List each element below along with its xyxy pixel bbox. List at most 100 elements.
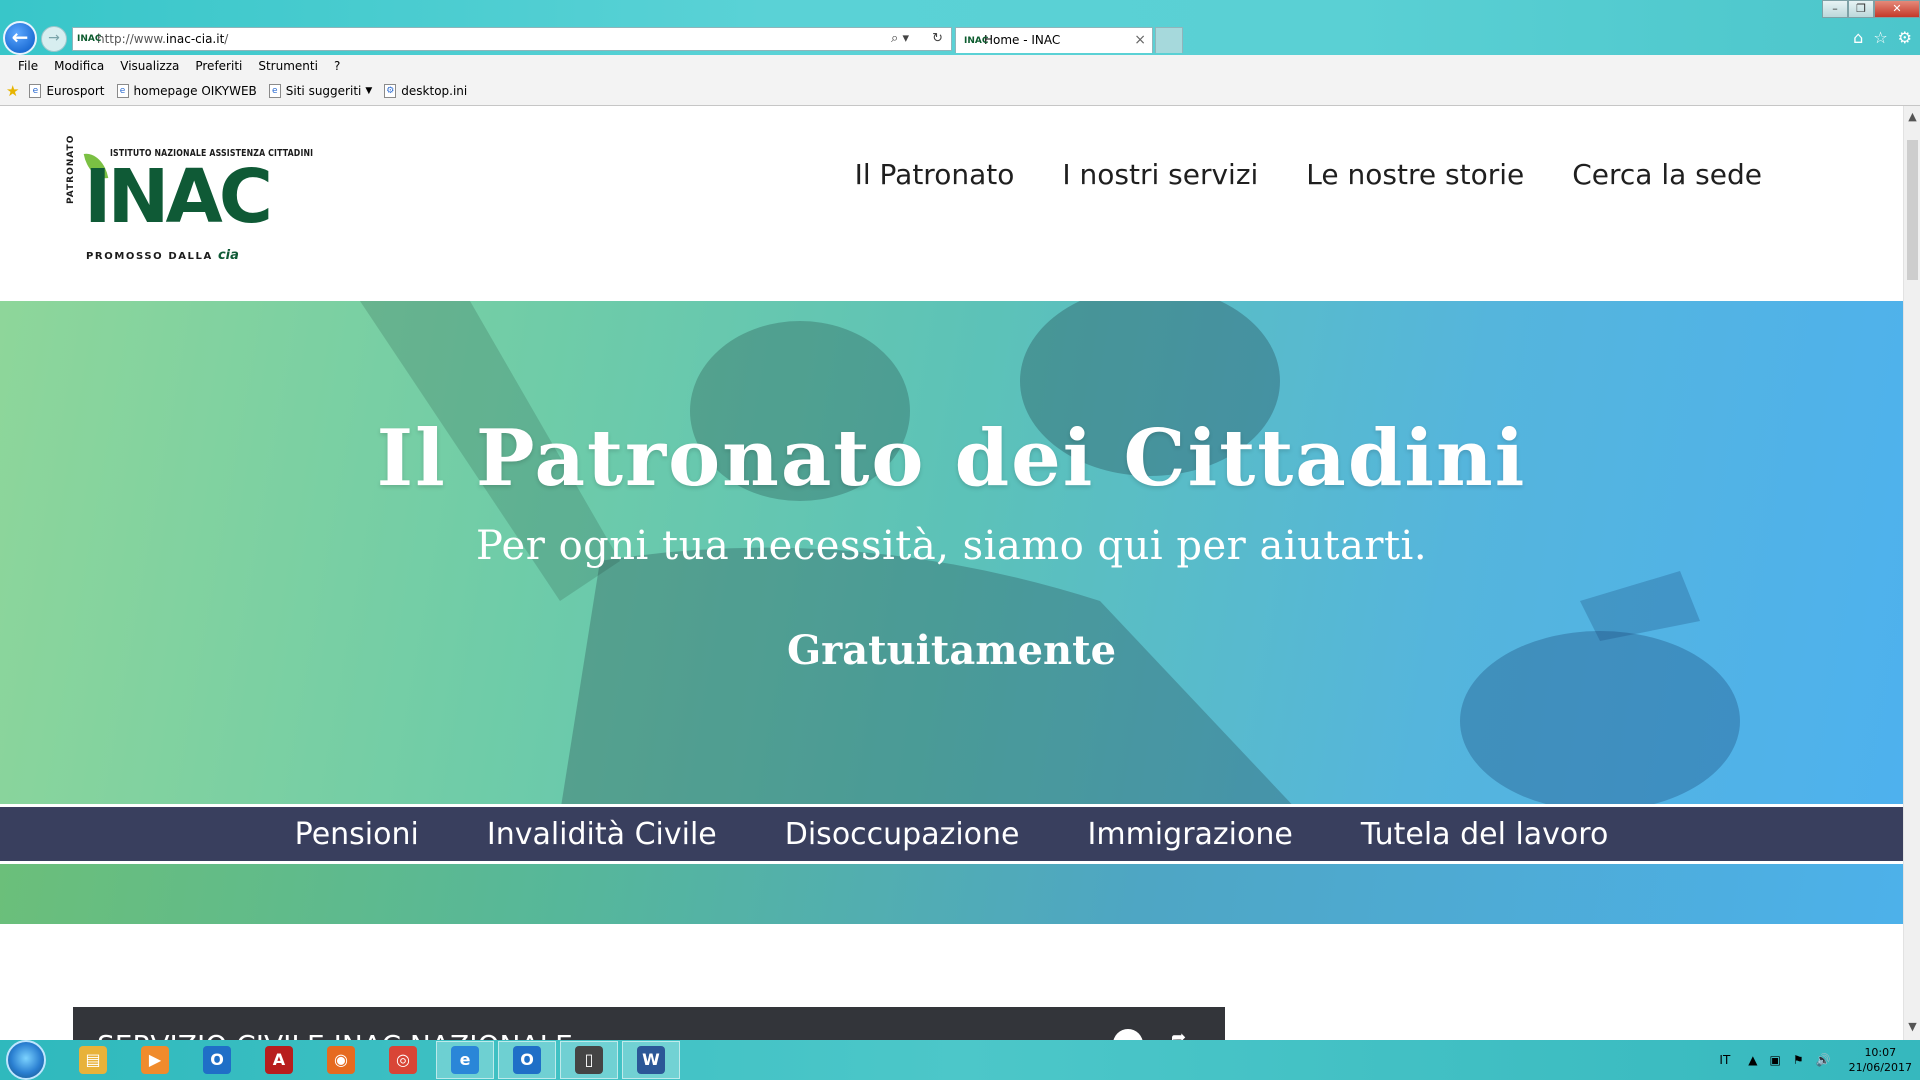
taskbar-app-media-player[interactable]: ▶ [126, 1041, 184, 1079]
logo-main-text: INAC [84, 154, 273, 240]
refresh-icon[interactable]: ↻ [932, 28, 943, 50]
taskbar-app-chrome[interactable]: ◎ [374, 1041, 432, 1079]
menu-item-modifica[interactable]: Modifica [46, 55, 112, 77]
page-icon: e [29, 84, 42, 98]
minimize-button[interactable]: – [1822, 0, 1848, 18]
logo-bottom-text: PROMOSSO DALLA cia [86, 248, 239, 263]
address-url[interactable]: http://www.inac-cia.it/ [97, 32, 228, 46]
info-icon[interactable] [1113, 1029, 1143, 1040]
video-embed[interactable]: SERVIZIO CIVILE INAC NAZIONALE ➦ [73, 1007, 1225, 1040]
scroll-thumb[interactable] [1907, 140, 1918, 280]
services-nav: Pensioni Invalidità Civile Disoccupazion… [0, 804, 1903, 864]
system-tray: IT ▲ ▣ ⚑ 🔊 10:07 21/06/2017 [1719, 1040, 1912, 1080]
tab-favicon-icon: INAC [964, 36, 989, 46]
taskbar-app-internet-explorer[interactable]: e [436, 1041, 494, 1079]
service-invalidita-civile[interactable]: Invalidità Civile [453, 817, 751, 852]
tab-close-icon[interactable]: × [1134, 28, 1146, 52]
site-favicon-icon: INAC [77, 34, 102, 44]
favorites-star-icon[interactable]: ☆ [1873, 28, 1887, 47]
taskbar-app-acrobat[interactable]: A [250, 1041, 308, 1079]
hero-subtitle: Per ogni tua necessità, siamo qui per ai… [475, 523, 1428, 569]
outlook-2-icon: O [513, 1046, 541, 1074]
outlook-icon: O [203, 1046, 231, 1074]
back-button[interactable]: ← [3, 21, 37, 55]
hero-cta-text: Gratuitamente [786, 627, 1117, 674]
browser-title-bar: ← → INAC http://www.inac-cia.it/ ⌕ ▾ ↻ I… [0, 0, 1920, 55]
chevron-down-icon: ▼ [365, 86, 373, 96]
menu-bar: File Modifica Visualizza Preferiti Strum… [0, 55, 1920, 77]
nav-cerca-la-sede[interactable]: Cerca la sede [1548, 158, 1786, 191]
add-favorite-star-icon[interactable]: ★ [6, 82, 19, 100]
taskbar-app-phone-app[interactable]: ▯ [560, 1041, 618, 1079]
acrobat-icon: A [265, 1046, 293, 1074]
hero-lower-strip [0, 864, 1903, 924]
service-pensioni[interactable]: Pensioni [261, 817, 453, 852]
network-icon[interactable]: ▣ [1770, 1053, 1781, 1067]
gear-icon[interactable]: ⚙ [1898, 28, 1912, 47]
video-title: SERVIZIO CIVILE INAC NAZIONALE [97, 1029, 573, 1040]
nav-i-nostri-servizi[interactable]: I nostri servizi [1038, 158, 1282, 191]
taskbar-app-outlook-2[interactable]: O [498, 1041, 556, 1079]
arrow-right-icon: → [48, 30, 60, 46]
page-icon: e [268, 84, 281, 98]
hero-title: Il Patronato dei Cittadini [376, 413, 1527, 504]
scroll-down-icon[interactable]: ▼ [1904, 1020, 1920, 1036]
tab-home-inac[interactable]: INAC Home - INAC × [955, 27, 1153, 53]
share-icon[interactable]: ➦ [1171, 1027, 1186, 1040]
favorite-siti-suggeriti[interactable]: e Siti suggeriti ▼ [268, 84, 373, 98]
clock-time: 10:07 [1864, 1046, 1897, 1059]
page-icon: e [116, 84, 129, 98]
menu-item-help[interactable]: ? [326, 55, 348, 77]
home-icon[interactable]: ⌂ [1853, 28, 1863, 47]
scroll-up-icon[interactable]: ▲ [1904, 110, 1920, 126]
menu-item-visualizza[interactable]: Visualizza [112, 55, 187, 77]
internet-explorer-icon: e [451, 1046, 479, 1074]
show-hidden-icons-icon[interactable]: ▲ [1748, 1053, 1757, 1067]
restore-button[interactable]: ❐ [1848, 0, 1874, 18]
language-indicator[interactable]: IT [1719, 1053, 1730, 1067]
address-bar[interactable]: INAC http://www.inac-cia.it/ ⌕ ▾ ↻ [72, 27, 952, 51]
clock-date: 21/06/2017 [1848, 1061, 1912, 1074]
forward-button[interactable]: → [41, 26, 67, 52]
web-page: ISTITUTO NAZIONALE ASSISTENZA CITTADINI … [0, 106, 1903, 1040]
close-window-button[interactable]: ✕ [1874, 0, 1920, 18]
browser-toolbar-icons: ⌂ ☆ ⚙ [1853, 28, 1912, 47]
service-disoccupazione[interactable]: Disoccupazione [751, 817, 1054, 852]
taskbar-app-firefox[interactable]: ◉ [312, 1041, 370, 1079]
volume-icon[interactable]: 🔊 [1816, 1053, 1831, 1067]
menu-item-preferiti[interactable]: Preferiti [187, 55, 250, 77]
tab-title: Home - INAC [984, 33, 1061, 47]
chrome-icon: ◎ [389, 1046, 417, 1074]
action-center-flag-icon[interactable]: ⚑ [1793, 1053, 1804, 1067]
word-icon: W [637, 1046, 665, 1074]
menu-item-file[interactable]: File [10, 55, 46, 77]
taskbar-app-outlook[interactable]: O [188, 1041, 246, 1079]
taskbar-app-file-explorer[interactable]: ▤ [64, 1041, 122, 1079]
hero-banner: Il Patronato dei Cittadini Per ogni tua … [0, 301, 1903, 813]
settings-file-icon: ⚙ [384, 84, 397, 98]
page-scrollbar[interactable]: ▲ ▼ [1903, 106, 1920, 1040]
photo-riders-body [560, 547, 1300, 813]
taskbar-app-word[interactable]: W [622, 1041, 680, 1079]
nav-il-patronato[interactable]: Il Patronato [831, 158, 1039, 191]
window-controls: – ❐ ✕ [1822, 0, 1920, 18]
browser-chrome: ← → INAC http://www.inac-cia.it/ ⌕ ▾ ↻ I… [0, 0, 1920, 106]
service-tutela-del-lavoro[interactable]: Tutela del lavoro [1327, 817, 1643, 852]
service-immigrazione[interactable]: Immigrazione [1054, 817, 1327, 852]
inac-logo[interactable]: ISTITUTO NAZIONALE ASSISTENZA CITTADINI … [66, 135, 313, 268]
firefox-icon: ◉ [327, 1046, 355, 1074]
clock[interactable]: 10:07 21/06/2017 [1849, 1045, 1912, 1075]
new-tab-button[interactable] [1155, 27, 1183, 53]
menu-item-strumenti[interactable]: Strumenti [250, 55, 326, 77]
favorite-eurosport[interactable]: e Eurosport [29, 84, 105, 98]
media-player-icon: ▶ [141, 1046, 169, 1074]
logo-side-text: PATRONATO [66, 134, 76, 204]
arrow-left-icon: ← [11, 25, 29, 49]
windows-taskbar: ▤ ▶ O A ◉ ◎ e O ▯ W IT ▲ ▣ ⚑ 🔊 10:07 21/06/2017 [0, 1040, 1920, 1080]
favorites-bar: ★ e Eurosport e homepage OIKYWEB e Siti … [0, 77, 1920, 106]
nav-le-nostre-storie[interactable]: Le nostre storie [1282, 158, 1548, 191]
favorite-homepage-oikyweb[interactable]: e homepage OIKYWEB [116, 84, 257, 98]
search-dropdown-icon[interactable]: ⌕ ▾ [891, 28, 909, 50]
start-button[interactable] [6, 1040, 46, 1080]
favorite-desktop-ini[interactable]: ⚙ desktop.ini [384, 84, 467, 98]
